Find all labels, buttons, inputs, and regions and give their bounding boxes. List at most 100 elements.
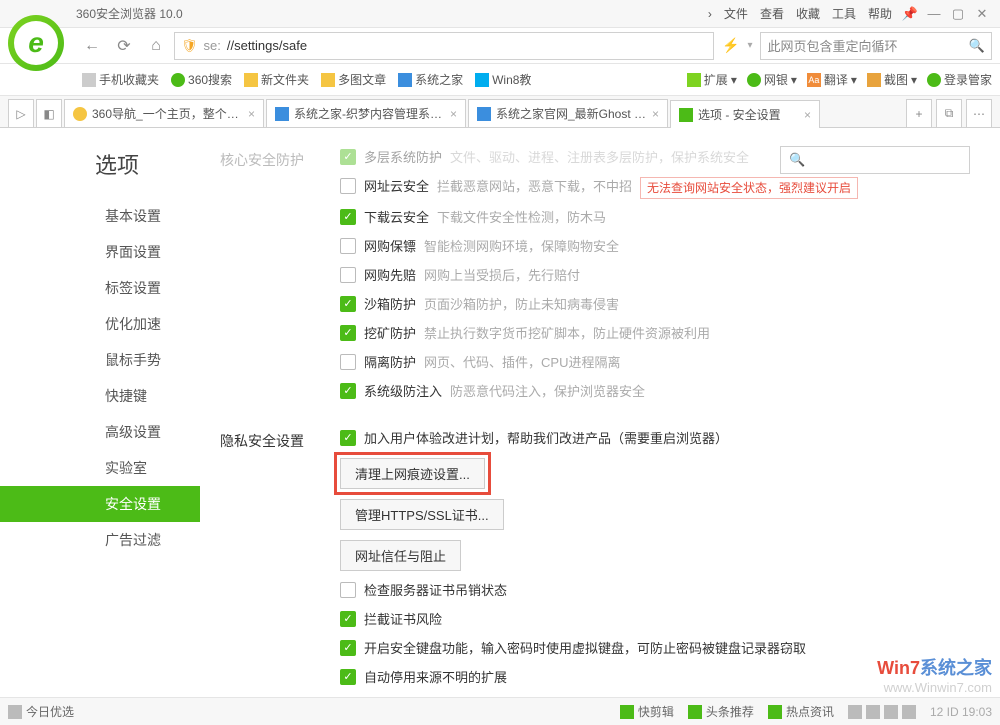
menu-tools[interactable]: 工具: [832, 5, 856, 22]
bookmark-multipic[interactable]: 多图文章: [317, 71, 390, 88]
section-label: 核心安全防护: [220, 148, 340, 411]
menu-help[interactable]: 帮助: [868, 5, 892, 22]
checkbox[interactable]: [340, 354, 356, 370]
close-icon[interactable]: ×: [248, 107, 255, 121]
menu-lab[interactable]: 实验室: [0, 450, 200, 486]
checkbox[interactable]: [340, 238, 356, 254]
search-box[interactable]: 此网页包含重定向循环 🔍: [760, 32, 992, 60]
checkbox[interactable]: ✓: [340, 430, 356, 446]
tool-bank[interactable]: 网银 ▾: [747, 71, 797, 88]
checkbox[interactable]: ✓: [340, 209, 356, 225]
opt-label: 检查服务器证书吊销状态: [364, 581, 507, 601]
opt-row: 网址云安全拦截恶意网站，恶意下载，不中招无法查询网站安全状态，强烈建议开启: [340, 177, 980, 199]
titlebar-chevron[interactable]: ›: [708, 7, 712, 21]
menu-adblock[interactable]: 广告过滤: [0, 522, 200, 558]
settings-button[interactable]: 网址信任与阻止: [340, 540, 461, 571]
menu-basic[interactable]: 基本设置: [0, 198, 200, 234]
new-tab-button[interactable]: +: [906, 99, 932, 127]
url-scheme: se:: [204, 38, 221, 53]
bookmark-360search[interactable]: 360搜索: [167, 71, 236, 88]
tab-3-active[interactable]: 选项 - 安全设置×: [670, 100, 820, 128]
checkbox[interactable]: ✓: [340, 669, 356, 685]
bookmark-newfolder[interactable]: 新文件夹: [240, 71, 313, 88]
clear-traces-button[interactable]: 清理上网痕迹设置...: [340, 458, 485, 489]
section-privacy: 隐私安全设置 ✓加入用户体验改进计划，帮助我们改进产品（需要重启浏览器）清理上网…: [220, 429, 980, 693]
opt-warning: 无法查询网站安全状态，强烈建议开启: [640, 177, 858, 199]
ie-icon[interactable]: [884, 705, 898, 719]
close-icon[interactable]: ×: [804, 108, 811, 122]
tab-2[interactable]: 系统之家官网_最新Ghost X…×: [468, 99, 668, 127]
restore-tab-button[interactable]: ⧉: [936, 99, 962, 127]
settings-button[interactable]: 管理HTTPS/SSL证书...: [340, 499, 504, 530]
search-icon[interactable]: 🔍: [969, 38, 985, 54]
tab-list-button[interactable]: ▷: [8, 99, 34, 127]
opt-label: 网址云安全: [364, 177, 429, 197]
minimize-button[interactable]: —: [922, 6, 946, 21]
tab-0[interactable]: 360导航_一个主页，整个世…×: [64, 99, 264, 127]
tool-translate[interactable]: Aa翻译 ▾: [807, 71, 857, 88]
fire-icon: [768, 705, 782, 719]
mute-icon[interactable]: [848, 705, 862, 719]
settings-menu: 基本设置 界面设置 标签设置 优化加速 鼠标手势 快捷键 高级设置 实验室 安全…: [0, 198, 200, 558]
checkbox[interactable]: ✓: [340, 611, 356, 627]
checkbox[interactable]: ✓: [340, 149, 356, 165]
checkbox[interactable]: ✓: [340, 325, 356, 341]
sb-hotnews[interactable]: 热点资讯: [768, 703, 834, 720]
folder-icon: [244, 73, 258, 87]
menu-view[interactable]: 查看: [760, 5, 784, 22]
checkbox[interactable]: [340, 267, 356, 283]
menu-file[interactable]: 文件: [724, 5, 748, 22]
sb-headline[interactable]: 头条推荐: [688, 703, 754, 720]
browser-logo: e: [8, 15, 64, 71]
tool-login[interactable]: 登录管家: [927, 71, 992, 88]
close-icon[interactable]: ×: [450, 107, 457, 121]
back-button[interactable]: ←: [78, 32, 106, 60]
opt-row: ✓开启安全键盘功能，输入密码时使用虚拟键盘，可防止密码被键盘记录器窃取: [340, 639, 980, 659]
tool-extensions[interactable]: 扩展 ▾: [687, 71, 737, 88]
checkbox[interactable]: ✓: [340, 640, 356, 656]
tool-screenshot[interactable]: 截图 ▾: [867, 71, 917, 88]
content-area: 选项 基本设置 界面设置 标签设置 优化加速 鼠标手势 快捷键 高级设置 实验室…: [0, 128, 1000, 693]
bookmark-mobile[interactable]: 手机收藏夹: [78, 71, 163, 88]
menu-advanced[interactable]: 高级设置: [0, 414, 200, 450]
opt-desc: 防恶意代码注入，保护浏览器安全: [450, 382, 645, 402]
360-icon: [171, 73, 185, 87]
bolt-icon[interactable]: ⚡: [722, 37, 739, 54]
sb-today[interactable]: 今日优选: [8, 703, 74, 720]
menu-security-active[interactable]: 安全设置: [0, 486, 200, 522]
sb-icons[interactable]: [848, 705, 916, 719]
url-box[interactable]: 🛡 se: //settings/safe: [174, 32, 714, 60]
opt-label: 沙箱防护: [364, 295, 416, 315]
home-button[interactable]: ⌂: [142, 32, 170, 60]
checkbox[interactable]: [340, 178, 356, 194]
menu-optimize[interactable]: 优化加速: [0, 306, 200, 342]
close-icon[interactable]: ×: [652, 107, 659, 121]
tab-1[interactable]: 系统之家-织梦内容管理系统…×: [266, 99, 466, 127]
opt-label: 隔离防护: [364, 353, 416, 373]
checkbox[interactable]: ✓: [340, 383, 356, 399]
engine-dropdown[interactable]: ▾: [743, 40, 756, 51]
opt-desc: 下载文件安全性检测，防木马: [437, 208, 606, 228]
menu-tabs[interactable]: 标签设置: [0, 270, 200, 306]
accel-icon[interactable]: [902, 705, 916, 719]
bookmark-xitong[interactable]: 系统之家: [394, 71, 467, 88]
menu-fav[interactable]: 收藏: [796, 5, 820, 22]
checkbox[interactable]: ✓: [340, 296, 356, 312]
tab-history-button[interactable]: ◧: [36, 99, 62, 127]
menu-ui[interactable]: 界面设置: [0, 234, 200, 270]
pin-button[interactable]: 📌: [898, 6, 922, 22]
tab-overflow-button[interactable]: ⋯: [966, 99, 992, 127]
sun-icon: [8, 705, 22, 719]
menu-mouse[interactable]: 鼠标手势: [0, 342, 200, 378]
reload-button[interactable]: ⟳: [110, 32, 138, 60]
close-button[interactable]: ✕: [970, 6, 994, 22]
favicon-icon: [275, 107, 289, 121]
bookmark-win8[interactable]: Win8教: [471, 71, 535, 88]
checkbox[interactable]: [340, 582, 356, 598]
sb-quickclip[interactable]: 快剪辑: [620, 703, 674, 720]
favicon-icon: [73, 107, 87, 121]
maximize-button[interactable]: ▢: [946, 6, 970, 22]
menu-shortcut[interactable]: 快捷键: [0, 378, 200, 414]
opt-label: 网购保镖: [364, 237, 416, 257]
download-icon[interactable]: [866, 705, 880, 719]
